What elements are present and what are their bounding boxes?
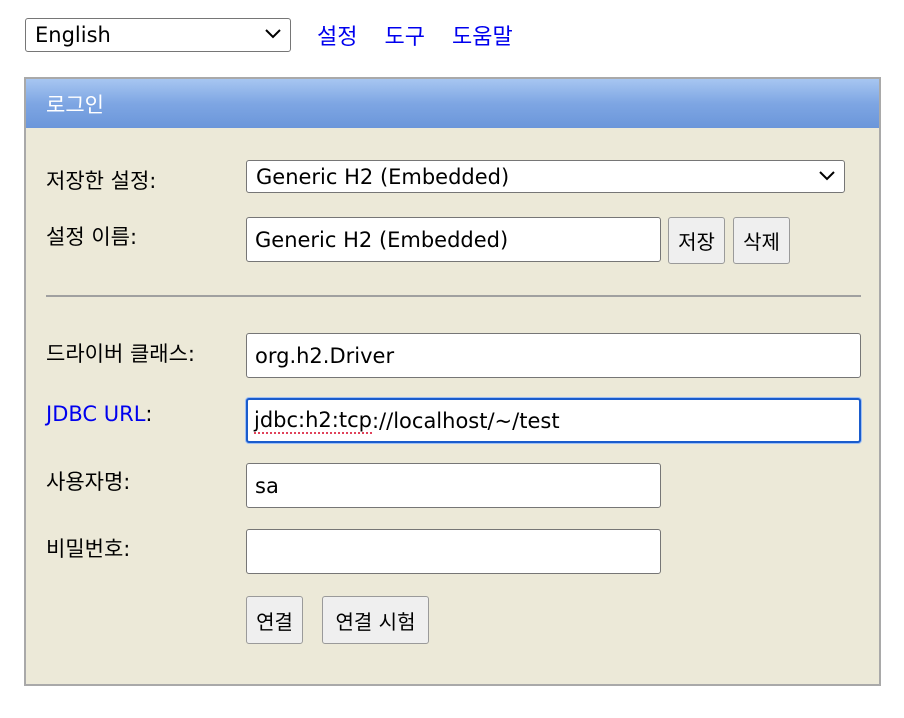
jdbc-url-value-rest: ://localhost/~/test — [371, 408, 560, 433]
chevron-down-icon — [819, 170, 835, 180]
username-input[interactable]: sa — [246, 463, 661, 508]
saved-settings-label: 저장한 설정: — [46, 169, 157, 193]
password-label: 비밀번호: — [46, 537, 131, 561]
test-connection-button[interactable]: 연결 시험 — [322, 596, 429, 644]
top-links: 설정 도구 도움말 — [317, 19, 540, 51]
password-input[interactable] — [246, 529, 661, 574]
username-value: sa — [255, 473, 279, 498]
setting-name-label: 설정 이름: — [46, 225, 138, 249]
save-button[interactable]: 저장 — [668, 217, 725, 264]
connect-button[interactable]: 연결 — [246, 596, 303, 644]
setting-name-input[interactable]: Generic H2 (Embedded) — [246, 217, 661, 262]
login-panel-header: 로그인 — [26, 79, 879, 128]
login-panel: 로그인 저장한 설정: Generic H2 (Embedded) 설정 이름:… — [24, 77, 881, 686]
language-select[interactable]: English — [25, 18, 291, 52]
saved-settings-select[interactable]: Generic H2 (Embedded) — [246, 160, 845, 193]
delete-button[interactable]: 삭제 — [733, 217, 790, 264]
language-select-value: English — [35, 23, 111, 47]
jdbc-url-colon: : — [145, 402, 153, 426]
chevron-down-icon — [265, 29, 281, 39]
driver-class-input[interactable]: org.h2.Driver — [246, 333, 861, 378]
tools-link[interactable]: 도구 — [384, 19, 424, 51]
setting-name-value: Generic H2 (Embedded) — [255, 227, 509, 252]
login-title: 로그인 — [46, 92, 104, 117]
username-label: 사용자명: — [46, 470, 131, 494]
top-bar: English 설정 도구 도움말 — [25, 18, 540, 52]
divider — [46, 295, 861, 297]
settings-link[interactable]: 설정 — [317, 19, 357, 51]
jdbc-url-link[interactable]: JDBC URL — [46, 402, 145, 426]
saved-settings-value: Generic H2 (Embedded) — [256, 164, 510, 189]
driver-class-value: org.h2.Driver — [255, 343, 395, 368]
driver-class-label: 드라이버 클래스: — [46, 342, 195, 366]
jdbc-url-label: JDBC URL: — [46, 402, 152, 426]
help-link[interactable]: 도움말 — [452, 19, 513, 51]
jdbc-url-input[interactable]: jdbc:h2:tcp://localhost/~/test — [246, 398, 861, 443]
jdbc-url-value-prefix: jdbc:h2:tcp — [254, 407, 372, 434]
